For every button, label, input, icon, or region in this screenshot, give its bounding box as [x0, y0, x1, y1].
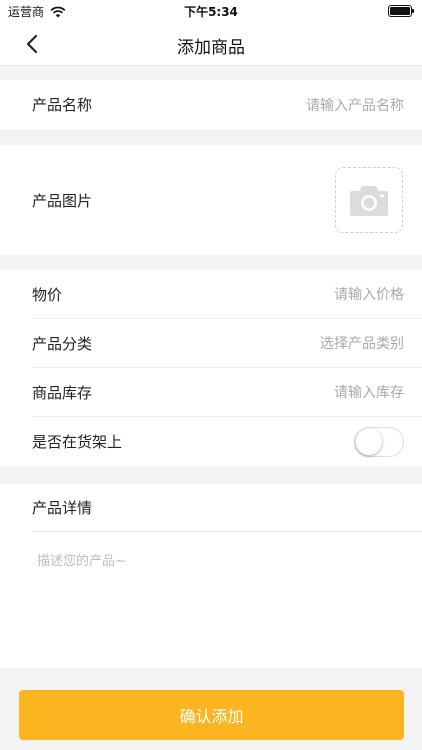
- stock-row[interactable]: 商品库存 请输入库存: [32, 368, 422, 417]
- battery-icon: [388, 5, 414, 17]
- on-shelf-label: 是否在货架上: [32, 433, 123, 451]
- stock-input[interactable]: 请输入库存: [334, 382, 404, 402]
- category-select[interactable]: 选择产品类别: [320, 333, 404, 353]
- price-row[interactable]: 物价 请输入价格: [32, 270, 422, 319]
- detail-header: 产品详情: [32, 484, 422, 532]
- page-title: 添加商品: [177, 38, 245, 58]
- price-input[interactable]: 请输入价格: [334, 284, 404, 304]
- stock-label: 商品库存: [32, 383, 93, 402]
- status-bar: 运营商 下午5:34: [0, 0, 422, 22]
- product-name-label: 产品名称: [32, 96, 93, 114]
- name-section: 产品名称 请输入产品名称: [0, 80, 422, 129]
- price-label: 物价: [32, 285, 63, 304]
- status-time: 下午5:34: [184, 5, 238, 19]
- on-shelf-toggle[interactable]: [354, 426, 404, 457]
- category-label: 产品分类: [32, 334, 93, 353]
- detail-textarea[interactable]: [0, 532, 422, 660]
- nav-bar: 添加商品: [0, 22, 422, 66]
- on-shelf-row: 是否在货架上: [32, 417, 422, 466]
- image-upload-button[interactable]: [335, 167, 403, 233]
- camera-icon: [350, 186, 388, 216]
- detail-label: 产品详情: [32, 499, 93, 517]
- details-section: 物价 请输入价格 产品分类 选择产品类别 商品库存 请输入库存 是否在货架上: [0, 270, 422, 466]
- product-image-label: 产品图片: [32, 191, 93, 210]
- product-name-row[interactable]: 产品名称 请输入产品名称: [32, 80, 422, 129]
- toggle-knob: [356, 428, 382, 455]
- image-section: 产品图片: [0, 145, 422, 255]
- category-row[interactable]: 产品分类 选择产品类别: [32, 319, 422, 368]
- product-image-row: 产品图片: [32, 145, 422, 255]
- product-name-input[interactable]: 请输入产品名称: [306, 95, 404, 115]
- confirm-add-button[interactable]: 确认添加: [19, 690, 404, 740]
- detail-section: 产品详情: [0, 484, 422, 668]
